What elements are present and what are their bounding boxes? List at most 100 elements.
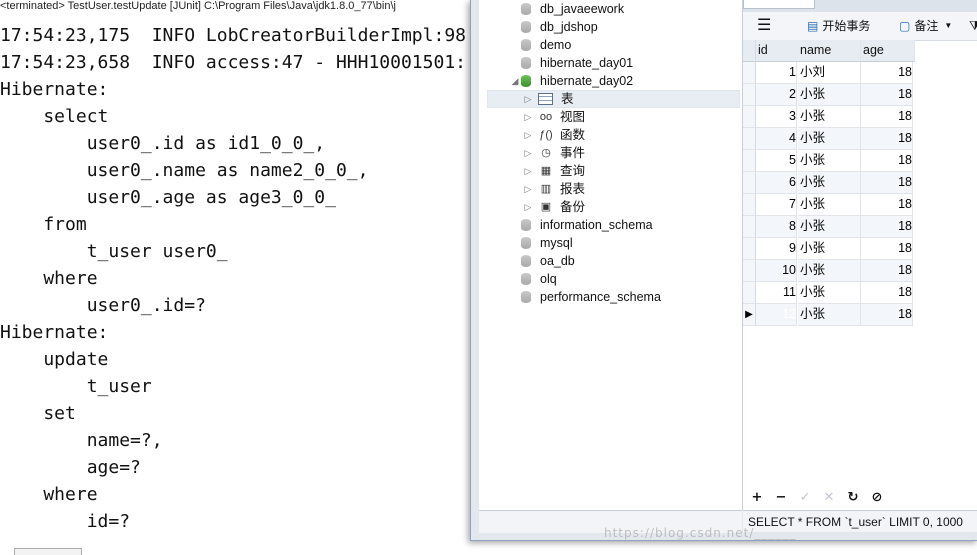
cell-id[interactable]: 4 xyxy=(756,128,797,150)
table-row[interactable]: 3 小张 18 xyxy=(743,106,913,128)
cell-id[interactable]: 6 xyxy=(756,172,797,194)
row-indicator[interactable] xyxy=(743,84,756,106)
begin-transaction-button[interactable]: ▤ 开始事务 xyxy=(807,17,870,35)
tree-item-event[interactable]: ▷ ◷ 事件 xyxy=(488,144,585,162)
tree-item-database[interactable]: ◢ hibernate_day02 xyxy=(509,72,634,90)
cell-name[interactable]: 小张 xyxy=(798,84,861,106)
table-row[interactable]: ▶ 12 小张 18 xyxy=(743,304,913,326)
row-indicator[interactable] xyxy=(743,106,756,128)
column-header-name[interactable]: name xyxy=(798,40,861,62)
cell-id[interactable]: 5 xyxy=(756,150,797,172)
add-record-button[interactable]: + xyxy=(749,490,765,505)
stop-button[interactable]: ⊘ xyxy=(869,490,885,505)
tree-item-backup[interactable]: ▷ ▣ 备份 xyxy=(488,198,585,216)
cell-name[interactable]: 小张 xyxy=(798,172,861,194)
cell-id[interactable]: 10 xyxy=(756,260,797,282)
cell-age[interactable]: 18 xyxy=(861,62,913,84)
table-row[interactable]: 8 小张 18 xyxy=(743,216,913,238)
cell-id[interactable]: 11 xyxy=(756,282,797,304)
cell-name[interactable]: 小张 xyxy=(798,260,861,282)
tree-item-view[interactable]: ▷ oo 视图 xyxy=(488,108,585,126)
cell-name[interactable]: 小张 xyxy=(798,304,861,326)
tree-item-database[interactable]: demo xyxy=(521,36,571,54)
cell-age[interactable]: 18 xyxy=(861,106,913,128)
cell-age[interactable]: 18 xyxy=(861,238,913,260)
row-indicator[interactable] xyxy=(743,150,756,172)
cell-id[interactable]: 8 xyxy=(756,216,797,238)
cell-age[interactable]: 18 xyxy=(861,260,913,282)
delete-record-button[interactable]: − xyxy=(773,490,789,505)
column-header-id[interactable]: id xyxy=(756,40,799,62)
row-indicator[interactable] xyxy=(743,238,756,260)
apply-changes-button[interactable]: ✓ xyxy=(797,490,813,505)
chevron-right-icon[interactable]: ▷ xyxy=(522,162,534,180)
menu-icon[interactable]: ☰ xyxy=(757,17,771,35)
row-indicator[interactable] xyxy=(743,260,756,282)
cell-name[interactable]: 小张 xyxy=(798,216,861,238)
tree-item-database[interactable]: db_jdshop xyxy=(521,18,598,36)
row-indicator[interactable] xyxy=(743,128,756,150)
cell-age[interactable]: 18 xyxy=(861,304,913,326)
table-row[interactable]: 7 小张 18 xyxy=(743,194,913,216)
tree-item-database[interactable]: performance_schema xyxy=(521,288,661,306)
table-row[interactable]: 2 小张 18 xyxy=(743,84,913,106)
tree-item-database[interactable]: oa_db xyxy=(521,252,575,270)
chevron-right-icon[interactable]: ▷ xyxy=(522,90,534,108)
tree-item-database[interactable]: hibernate_day01 xyxy=(521,54,633,72)
cell-age[interactable]: 18 xyxy=(861,172,913,194)
cell-id[interactable]: 3 xyxy=(756,106,797,128)
cell-id[interactable]: 12 xyxy=(756,304,797,326)
active-tab[interactable] xyxy=(743,0,815,9)
column-header-age[interactable]: age xyxy=(861,40,915,62)
comment-button[interactable]: ▢ 备注 ▼ xyxy=(899,17,952,35)
chevron-right-icon[interactable]: ▷ xyxy=(522,198,534,216)
row-indicator[interactable] xyxy=(743,62,756,84)
tree-item-function[interactable]: ▷ ƒ() 函数 xyxy=(488,126,585,144)
tree-item-query[interactable]: ▷ ▦ 查询 xyxy=(488,162,585,180)
cell-age[interactable]: 18 xyxy=(861,150,913,172)
refresh-button[interactable]: ↻ xyxy=(845,490,861,505)
cell-age[interactable]: 18 xyxy=(861,216,913,238)
table-row[interactable]: 5 小张 18 xyxy=(743,150,913,172)
filter-icon[interactable]: ⧩ xyxy=(969,17,977,35)
chevron-right-icon[interactable]: ▷ xyxy=(522,108,534,126)
cell-name[interactable]: 小张 xyxy=(798,150,861,172)
row-indicator[interactable] xyxy=(743,216,756,238)
cell-name[interactable]: 小张 xyxy=(798,238,861,260)
discard-changes-button[interactable]: ✕ xyxy=(821,490,837,505)
row-indicator[interactable]: ▶ xyxy=(743,304,756,326)
cell-name[interactable]: 小张 xyxy=(798,282,861,304)
cell-name[interactable]: 小刘 xyxy=(798,62,861,84)
cell-age[interactable]: 18 xyxy=(861,282,913,304)
tree-item-database[interactable]: information_schema xyxy=(521,216,653,234)
table-row[interactable]: 11 小张 18 xyxy=(743,282,913,304)
chevron-right-icon[interactable]: ▷ xyxy=(522,180,534,198)
cell-age[interactable]: 18 xyxy=(861,84,913,106)
tree-item-database[interactable]: db_javaeework xyxy=(521,0,624,18)
tree-item-table[interactable]: ▷ 表 xyxy=(487,90,740,108)
table-row[interactable]: 6 小张 18 xyxy=(743,172,913,194)
cell-age[interactable]: 18 xyxy=(861,128,913,150)
cell-id[interactable]: 9 xyxy=(756,238,797,260)
table-row[interactable]: 9 小张 18 xyxy=(743,238,913,260)
row-indicator[interactable] xyxy=(743,282,756,304)
tree-item-database[interactable]: olq xyxy=(521,270,557,288)
table-row[interactable]: 10 小张 18 xyxy=(743,260,913,282)
row-indicator[interactable] xyxy=(743,172,756,194)
chevron-right-icon[interactable]: ▷ xyxy=(522,144,534,162)
tree-item-database[interactable]: mysql xyxy=(521,234,573,252)
cell-id[interactable]: 7 xyxy=(756,194,797,216)
chevron-right-icon[interactable]: ▷ xyxy=(522,126,534,144)
cell-name[interactable]: 小张 xyxy=(798,128,861,150)
expand-icon[interactable]: ◢ xyxy=(509,72,521,90)
table-row[interactable]: 4 小张 18 xyxy=(743,128,913,150)
cell-id[interactable]: 2 xyxy=(756,84,797,106)
cell-name[interactable]: 小张 xyxy=(798,194,861,216)
cell-age[interactable]: 18 xyxy=(861,194,913,216)
cell-id[interactable]: 1 xyxy=(756,62,797,84)
table-row[interactable]: 1 小刘 18 xyxy=(743,62,913,84)
row-indicator[interactable] xyxy=(743,194,756,216)
cell-age-value: 18 xyxy=(898,197,912,211)
cell-name[interactable]: 小张 xyxy=(798,106,861,128)
tree-item-report[interactable]: ▷ ▥ 报表 xyxy=(488,180,585,198)
